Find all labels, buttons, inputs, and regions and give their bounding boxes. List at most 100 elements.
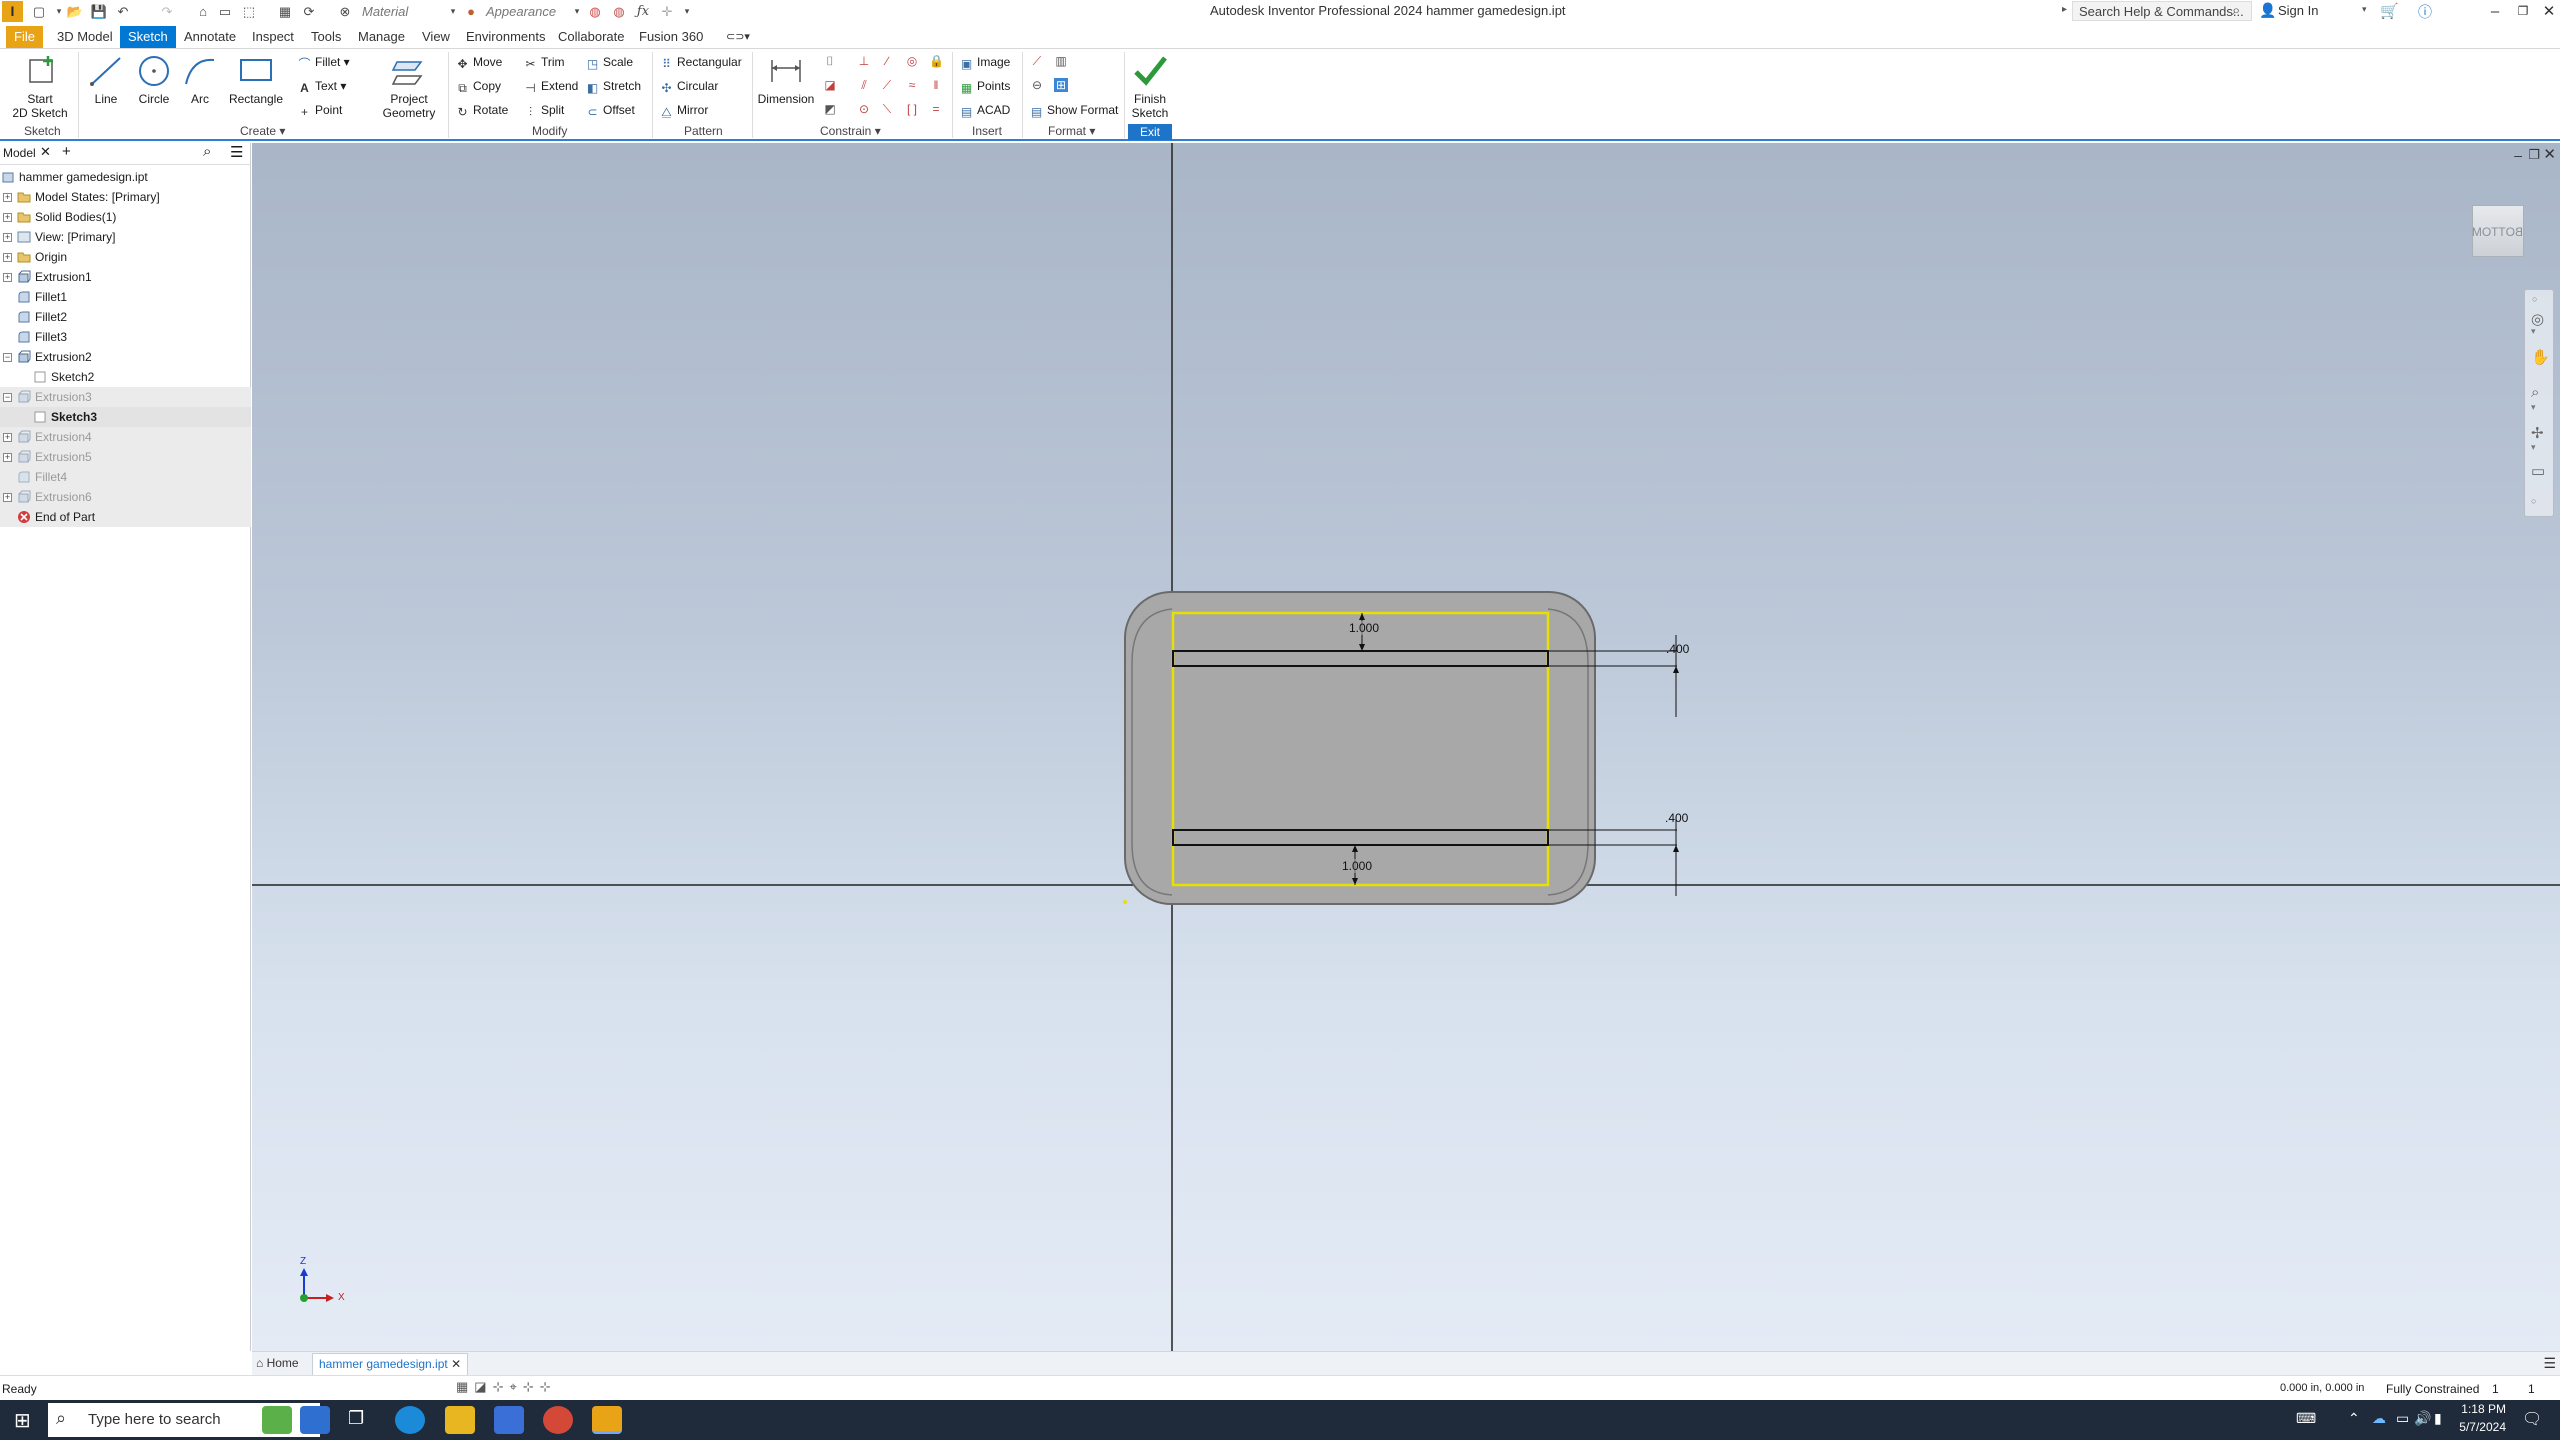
orbit-dropdown-icon[interactable]: ▾ xyxy=(2531,442,2536,453)
show-constraints-icon[interactable]: ◩ xyxy=(823,102,837,116)
nav-dropdown-icon[interactable]: ▾ xyxy=(2531,326,2536,337)
symmetric-icon[interactable]: [ ] xyxy=(905,102,919,116)
nav-bar-options-icon[interactable]: ○ xyxy=(2532,294,2537,304)
material-dropdown-icon[interactable]: ▾ xyxy=(444,3,462,20)
tree-item-sketch2[interactable]: Sketch2 xyxy=(0,367,251,387)
keyboard-icon[interactable]: ⌨ xyxy=(2296,1410,2316,1427)
view-face-icon[interactable]: ▭ xyxy=(2531,462,2545,480)
constraint-settings-icon[interactable]: ◪ xyxy=(823,78,837,92)
zoom-icon[interactable]: ⌕ xyxy=(2531,384,2539,401)
zoom-dropdown-icon[interactable]: ▾ xyxy=(2531,402,2536,413)
copy-button[interactable]: ⧉ Copy xyxy=(456,78,501,95)
tab-annotate[interactable]: Annotate xyxy=(176,26,244,48)
expand-icon[interactable]: + xyxy=(3,253,12,262)
windows-start-icon[interactable]: ⊞ xyxy=(14,1408,31,1433)
collapse-icon[interactable]: − xyxy=(3,353,12,362)
tree-item-extrusion5[interactable]: + Extrusion5 xyxy=(0,447,251,467)
search-expand-icon[interactable]: ▸ xyxy=(2062,4,2067,15)
coincident-icon[interactable]: ⊙ xyxy=(857,102,871,116)
network-icon[interactable]: ▭ xyxy=(2396,1410,2409,1427)
document-tab-active[interactable]: hammer gamedesign.ipt ✕ xyxy=(312,1353,469,1375)
tab-environments[interactable]: Environments xyxy=(458,26,553,48)
update-icon[interactable]: ⟳ xyxy=(300,3,318,20)
tab-collaborate[interactable]: Collaborate xyxy=(550,26,633,48)
redo-icon[interactable]: ↷ xyxy=(158,3,176,20)
dimension-text-bottom-height[interactable]: 1.000 xyxy=(1341,859,1374,873)
equal-icon[interactable]: = xyxy=(929,102,943,116)
rotate-button[interactable]: ↻ Rotate xyxy=(456,102,508,119)
panel-constrain-label[interactable]: Constrain ▾ xyxy=(820,124,881,138)
ribbon-options-icon[interactable]: ⊂⊃▾ xyxy=(718,26,758,48)
close-tab-icon[interactable]: ✕ xyxy=(451,1357,461,1371)
add-tab-icon[interactable]: + xyxy=(62,143,71,160)
save-icon[interactable]: 💾 xyxy=(90,3,108,20)
search-highlight-icon[interactable] xyxy=(300,1406,330,1434)
acad-button[interactable]: ▤ ACAD xyxy=(960,102,1011,119)
extend-button[interactable]: ⊣ Extend xyxy=(524,78,578,95)
home-icon[interactable]: ⌂ xyxy=(194,3,212,20)
perpendicular-icon[interactable]: ⊥ xyxy=(857,54,871,68)
close-icon[interactable]: ✕ xyxy=(40,144,51,160)
expand-icon[interactable]: + xyxy=(3,453,12,462)
expand-icon[interactable]: + xyxy=(3,213,12,222)
vertical-icon[interactable]: ‖ xyxy=(929,78,943,92)
tab-sketch[interactable]: Sketch xyxy=(120,26,176,48)
home-tab[interactable]: ⌂ Home xyxy=(256,1356,299,1370)
inventor-logo-icon[interactable]: I xyxy=(2,1,23,22)
tab-tools[interactable]: Tools xyxy=(303,26,349,48)
view-cube[interactable]: BOTTOM xyxy=(2472,205,2524,257)
tab-fusion-360[interactable]: Fusion 360 xyxy=(631,26,711,48)
customize-dropdown-icon[interactable]: ▾ xyxy=(678,3,696,20)
text-button[interactable]: A Text ▾ xyxy=(298,78,346,95)
tree-item-fillet2[interactable]: Fillet2 xyxy=(0,307,251,327)
sketch-canvas[interactable] xyxy=(252,143,2560,1351)
move-button[interactable]: ✥ Move xyxy=(456,54,502,71)
circular-pattern-button[interactable]: ✣ Circular xyxy=(660,78,718,95)
clock-time[interactable]: 1:18 PM xyxy=(2452,1402,2506,1416)
search-icon[interactable]: ⌕ xyxy=(203,143,211,160)
tab-3d-model[interactable]: 3D Model xyxy=(49,26,121,48)
point-button[interactable]: + Point xyxy=(298,102,342,119)
collapse-icon[interactable]: − xyxy=(3,393,12,402)
fx-parameters-icon[interactable]: ƒx xyxy=(634,3,652,20)
construction-icon[interactable]: ⟋ xyxy=(1030,54,1044,68)
expand-icon[interactable]: + xyxy=(3,233,12,242)
centerline-icon[interactable]: ▥ xyxy=(1054,54,1068,68)
help-search-input[interactable]: Search Help & Commands... xyxy=(2072,1,2252,21)
tree-item-extrusion1[interactable]: + Extrusion1 xyxy=(0,267,251,287)
help-icon[interactable]: ⓘ xyxy=(2418,2,2432,22)
tab-file[interactable]: File xyxy=(6,26,43,48)
project-geometry-button[interactable]: Project Geometry xyxy=(378,54,440,120)
edge-icon[interactable] xyxy=(395,1406,425,1434)
driven-dimension-icon[interactable]: ⊞ xyxy=(1054,78,1068,92)
signin-dropdown-icon[interactable]: ▾ xyxy=(2362,4,2367,15)
center-point-icon[interactable]: ⊖ xyxy=(1030,78,1044,92)
graphics-viewport[interactable]: – ❐ ✕ 1.000 1.000 .400 .400 Z X BOTTOM ○… xyxy=(252,143,2560,1351)
dimension-text-bottom-offset[interactable]: .400 xyxy=(1665,811,1688,825)
tangent-icon[interactable]: ⟋ xyxy=(880,78,894,92)
concentric-icon[interactable]: ◎ xyxy=(905,54,919,68)
fillet-button[interactable]: ⌒ Fillet ▾ xyxy=(298,54,349,71)
new-file-icon[interactable]: ▢ xyxy=(30,3,48,20)
undo-icon[interactable]: ↶ xyxy=(114,3,132,20)
panel-format-label[interactable]: Format ▾ xyxy=(1048,124,1095,138)
expand-icon[interactable]: + xyxy=(3,433,12,442)
tree-item-fillet3[interactable]: Fillet3 xyxy=(0,327,251,347)
tabs-menu-icon[interactable]: ☰ xyxy=(2543,1355,2556,1372)
tree-item-model-states[interactable]: + Model States: [Primary] xyxy=(0,187,251,207)
expand-icon[interactable]: + xyxy=(3,493,12,502)
finish-sketch-button[interactable]: Finish Sketch xyxy=(1128,54,1172,120)
start-2d-sketch-button[interactable]: Start 2D Sketch xyxy=(10,54,70,120)
circle-button[interactable]: Circle xyxy=(134,54,174,106)
cart-icon[interactable]: 🛒 xyxy=(2380,2,2399,20)
tree-item-part[interactable]: hammer gamedesign.ipt xyxy=(0,167,251,187)
move-icon[interactable]: ✛ xyxy=(658,3,676,20)
battery-icon[interactable]: ▮ xyxy=(2434,1410,2442,1427)
tree-item-sketch3[interactable]: Sketch3 xyxy=(0,407,251,427)
tab-view[interactable]: View xyxy=(414,26,458,48)
fix-icon[interactable]: 🔒 xyxy=(929,54,944,68)
tab-inspect[interactable]: Inspect xyxy=(244,26,302,48)
offset-button[interactable]: ⊂ Offset xyxy=(586,102,634,119)
dimension-text-top-offset[interactable]: .400 xyxy=(1666,642,1689,656)
tree-item-origin[interactable]: + Origin xyxy=(0,247,251,267)
